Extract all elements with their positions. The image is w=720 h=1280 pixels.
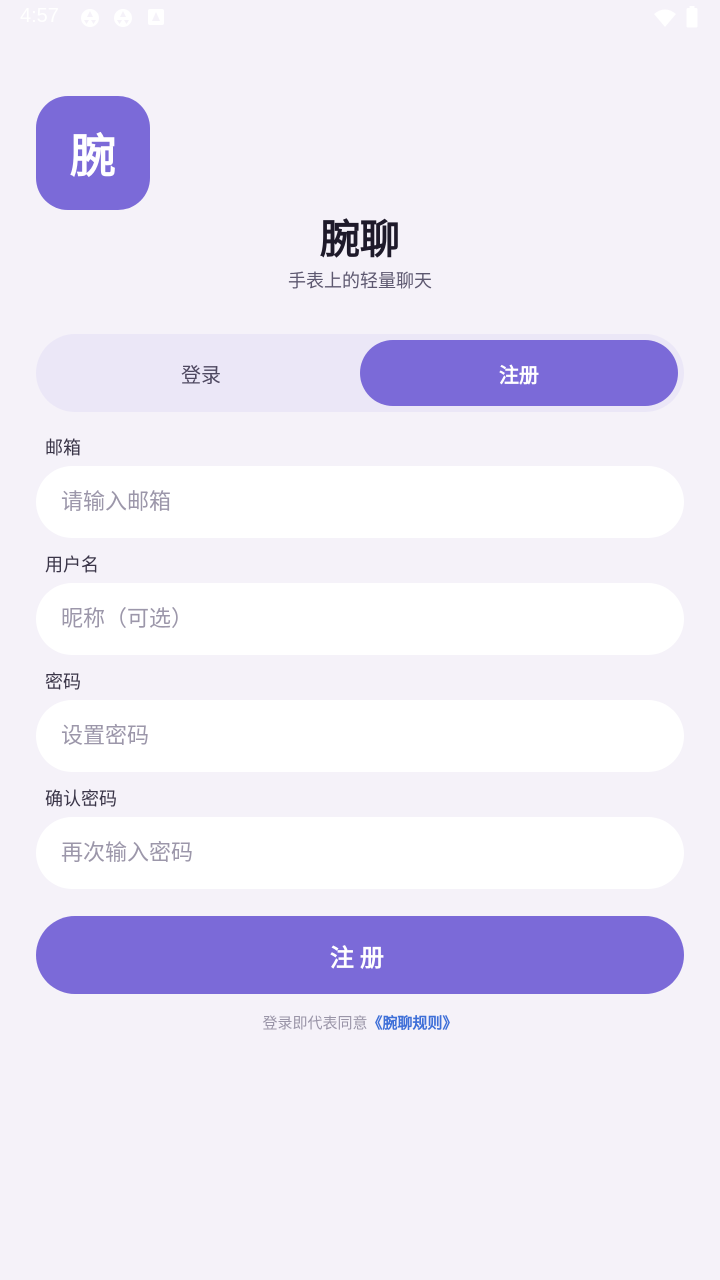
tab-register[interactable]: 注册 <box>360 340 678 406</box>
confirm-password-label: 确认密码 <box>45 789 117 810</box>
agreement-text: 登录即代表同意 <box>262 1014 368 1032</box>
auth-mode-tabs: 登录 注册 <box>36 334 684 412</box>
rules-link[interactable]: 《腕聊规则》 <box>368 1014 458 1032</box>
status-bar: 4:57 <box>0 0 720 36</box>
username-field[interactable] <box>36 583 684 655</box>
password-label: 密码 <box>45 672 81 693</box>
app-logo: 腕 <box>36 96 150 210</box>
app-title: 腕聊 <box>320 217 400 263</box>
email-field[interactable] <box>36 466 684 538</box>
confirm-password-field[interactable] <box>36 817 684 889</box>
status-time: 4:57 <box>20 5 59 27</box>
username-label: 用户名 <box>45 555 99 576</box>
aperture-icon <box>81 9 99 27</box>
app-subtitle: 手表上的轻量聊天 <box>288 271 432 292</box>
keyboard-icon <box>148 9 164 25</box>
aperture-icon <box>114 9 132 27</box>
password-field[interactable] <box>36 700 684 772</box>
battery-icon <box>686 6 698 28</box>
agreement-notice: 登录即代表同意《腕聊规则》 <box>0 1012 720 1034</box>
wifi-icon <box>654 9 676 27</box>
tab-login[interactable]: 登录 <box>42 340 360 406</box>
email-label: 邮箱 <box>45 438 81 459</box>
app-logo-text: 腕 <box>70 129 116 183</box>
register-button[interactable]: 注册 <box>36 916 684 994</box>
